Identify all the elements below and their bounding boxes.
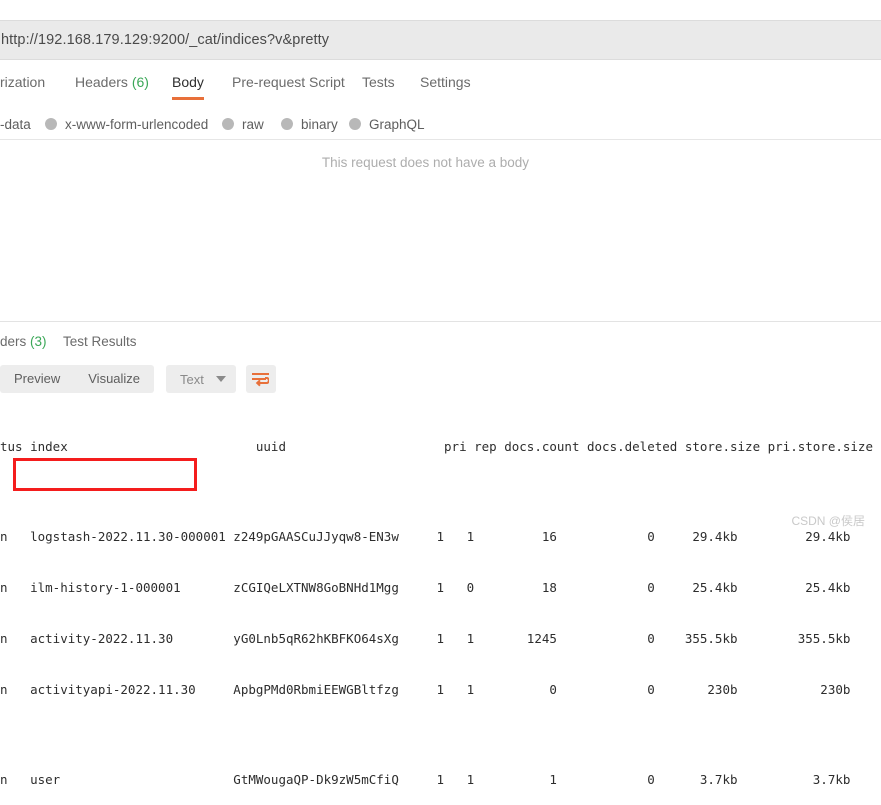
wrap-lines-button[interactable] bbox=[245, 365, 276, 393]
request-tab-bar: rization Headers (6) Body Pre-request Scrip… bbox=[0, 72, 881, 106]
response-tab-bar: ders (3) Test Results bbox=[0, 328, 881, 354]
radio-button-icon[interactable] bbox=[281, 118, 293, 130]
empty-body-message: This request does not have a body bbox=[321, 155, 530, 170]
response-body-text[interactable]: tus index uuid pri rep docs.count docs.d… bbox=[0, 404, 881, 805]
chevron-down-icon bbox=[215, 376, 226, 382]
response-tab-label: Test Results bbox=[63, 333, 137, 349]
response-toolbar: Preview Visualize Text bbox=[0, 365, 276, 393]
request-tab-label: Headers bbox=[75, 74, 128, 90]
request-tab-rization[interactable]: rization bbox=[0, 72, 45, 100]
table-row: n ilm-history-1-000001 zCGIQeLXTNW8GoBNH… bbox=[0, 580, 851, 595]
watermark-label: CSDN @侯居 bbox=[791, 514, 865, 528]
table-header-row: tus index uuid pri rep docs.count docs.d… bbox=[0, 439, 873, 454]
radio-button-icon[interactable] bbox=[45, 118, 57, 130]
table-row: n activity-2022.11.30 yG0Lnb5qR62hKBFKO6… bbox=[0, 631, 851, 646]
body-mode-label: raw bbox=[242, 116, 264, 132]
body-section-divider bbox=[0, 139, 881, 140]
request-tab-settings[interactable]: Settings bbox=[420, 72, 471, 100]
body-mode-label: -data bbox=[0, 116, 31, 132]
response-pane-divider bbox=[0, 321, 881, 322]
response-tab-ders[interactable]: ders (3) bbox=[0, 334, 47, 349]
table-row: n activityapi-2022.11.30 ApbgPMd0RbmiEEW… bbox=[0, 682, 851, 697]
url-bar[interactable]: http://192.168.179.129:9200/_cat/indices… bbox=[0, 20, 881, 60]
body-mode-label: GraphQL bbox=[369, 116, 425, 132]
response-view-switcher: Preview Visualize bbox=[0, 365, 155, 393]
body-mode-graphql[interactable]: GraphQL bbox=[349, 117, 425, 132]
request-tab-headers[interactable]: Headers (6) bbox=[75, 72, 149, 100]
preview-button[interactable]: Preview bbox=[0, 365, 74, 393]
radio-button-icon[interactable] bbox=[222, 118, 234, 130]
request-tab-label: Body bbox=[172, 74, 204, 90]
response-tab-test-results[interactable]: Test Results bbox=[63, 334, 137, 349]
response-format-value: Text bbox=[180, 371, 204, 387]
url-input-value[interactable]: http://192.168.179.129:9200/_cat/indices… bbox=[0, 32, 329, 48]
response-format-select[interactable]: Text bbox=[166, 365, 236, 393]
request-tab-pre-request-script[interactable]: Pre-request Script bbox=[232, 72, 345, 100]
request-tab-label: Pre-request Script bbox=[232, 74, 345, 90]
wrap-lines-icon bbox=[252, 372, 270, 386]
body-mode-x-www-form-urlencoded[interactable]: x-www-form-urlencoded bbox=[45, 117, 208, 132]
request-tab-label: rization bbox=[0, 74, 46, 90]
radio-button-icon[interactable] bbox=[349, 118, 361, 130]
body-mode-binary[interactable]: binary bbox=[281, 117, 338, 132]
request-tab-body[interactable]: Body bbox=[172, 72, 204, 100]
table-row: n user GtMWougaQP-Dk9zW5mCfiQ 1 1 1 0 3.… bbox=[0, 772, 851, 787]
body-mode-label: x-www-form-urlencoded bbox=[65, 116, 209, 132]
body-mode-data[interactable]: -data bbox=[0, 117, 31, 132]
body-mode-radio-group: -data x-www-form-urlencoded raw binary Graph… bbox=[0, 112, 881, 136]
response-tab-count: (3) bbox=[30, 333, 47, 349]
body-mode-label: binary bbox=[301, 116, 338, 132]
body-mode-raw[interactable]: raw bbox=[222, 117, 264, 132]
visualize-button[interactable]: Visualize bbox=[74, 365, 154, 393]
request-tab-label: Tests bbox=[362, 74, 395, 90]
request-tab-count: (6) bbox=[131, 74, 149, 90]
request-tab-tests[interactable]: Tests bbox=[362, 72, 395, 100]
request-tab-label: Settings bbox=[420, 74, 471, 90]
response-tab-label: ders bbox=[0, 333, 27, 349]
